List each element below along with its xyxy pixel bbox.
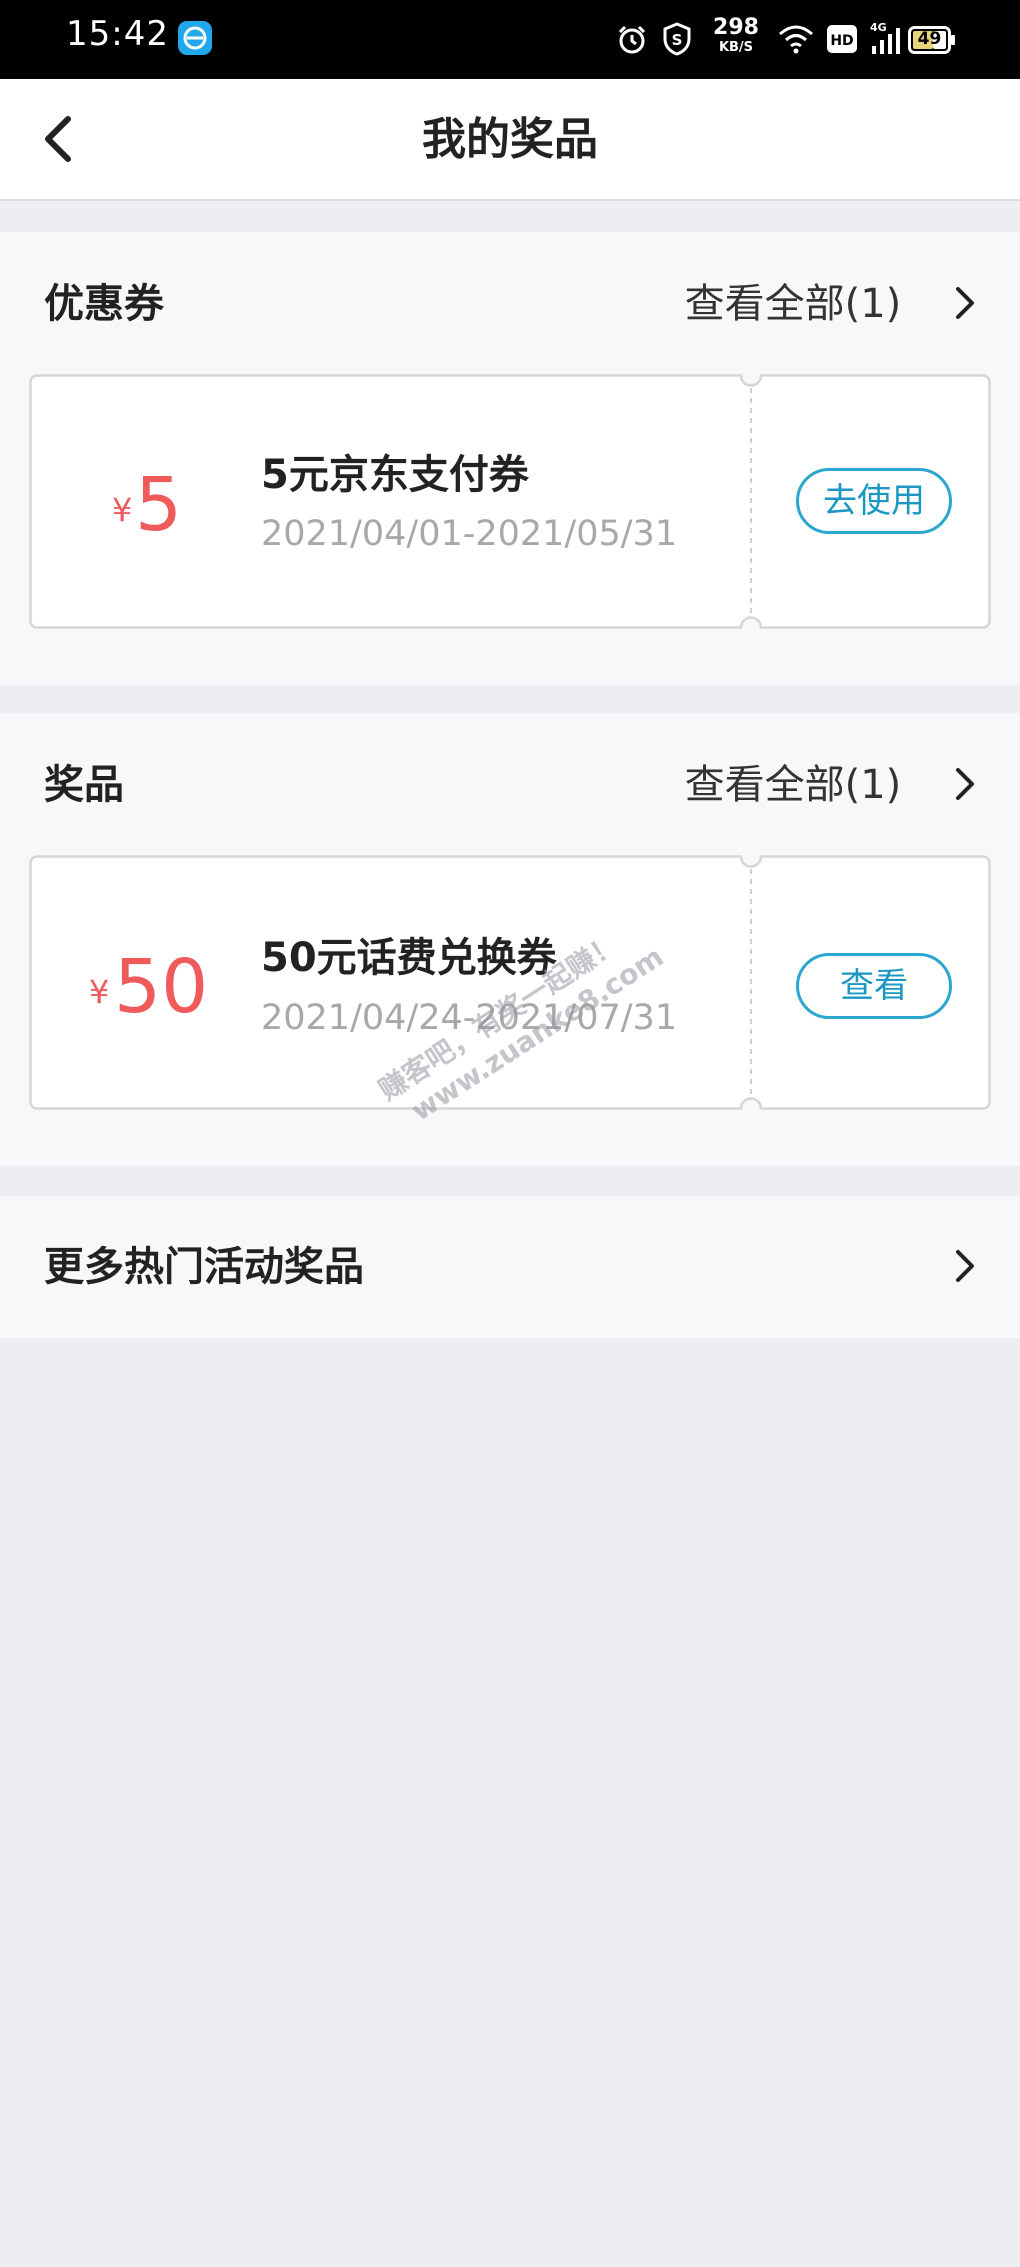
prize-name: 50元话费兑换券 bbox=[261, 935, 557, 981]
chevron-right-icon bbox=[956, 287, 974, 319]
coupons-section-title: 优惠券 bbox=[44, 281, 164, 327]
view-prize-button[interactable]: 查看 bbox=[796, 953, 952, 1019]
svg-text:S: S bbox=[672, 31, 683, 49]
status-bar: 15:42 S 298 KB/S HD 4G 49 bbox=[0, 0, 1020, 79]
more-activity-prizes-row[interactable]: 更多热门活动奖品 bbox=[0, 1196, 1020, 1338]
network-speed-unit: KB/S bbox=[718, 40, 754, 55]
cellular-4g-icon: 4G bbox=[870, 21, 900, 54]
more-activity-prizes-label: 更多热门活动奖品 bbox=[44, 1244, 364, 1290]
coupons-view-all-link[interactable]: 查看全部(1) bbox=[685, 232, 980, 376]
use-coupon-button[interactable]: 去使用 bbox=[796, 468, 952, 534]
coupon-validity: 2021/04/01-2021/05/31 bbox=[261, 514, 678, 554]
network-speed-value: 298 bbox=[713, 15, 759, 40]
svg-text:4G: 4G bbox=[870, 21, 887, 34]
battery-icon: 49 bbox=[908, 26, 956, 54]
shield-s-icon: S bbox=[663, 22, 691, 56]
back-button[interactable] bbox=[30, 109, 90, 169]
prizes-section: 奖品 查看全部(1) ¥ 50 50元话费兑换券 2021/04/24-2021… bbox=[0, 713, 1020, 1166]
view-all-label: 查看全部(1) bbox=[684, 762, 902, 808]
network-speed: 298 KB/S bbox=[706, 15, 766, 55]
coupon-card[interactable]: ¥ 5 5元京东支付券 2021/04/01-2021/05/31 去使用 bbox=[29, 374, 991, 629]
prizes-view-all-link[interactable]: 查看全部(1) bbox=[685, 713, 980, 857]
wifi-icon bbox=[779, 25, 813, 54]
currency-symbol: ¥ bbox=[112, 491, 133, 529]
coupons-section: 优惠券 查看全部(1) ¥ 5 5元京东支付券 2021/04/01-2021/… bbox=[0, 232, 1020, 685]
chevron-right-icon bbox=[956, 768, 974, 800]
coupon-amount: 5 bbox=[135, 462, 183, 548]
prize-card[interactable]: ¥ 50 50元话费兑换券 2021/04/24-2021/07/31 查看 bbox=[29, 855, 991, 1110]
coupons-section-header: 优惠券 查看全部(1) bbox=[0, 232, 1020, 376]
svg-text:HD: HD bbox=[830, 33, 853, 49]
alarm-icon bbox=[618, 25, 646, 54]
prize-amount: 50 bbox=[114, 944, 209, 1030]
currency-symbol: ¥ bbox=[89, 973, 110, 1011]
prizes-section-header: 奖品 查看全部(1) bbox=[0, 713, 1020, 857]
nav-bar: 我的奖品 bbox=[0, 79, 1020, 201]
hd-icon: HD bbox=[827, 25, 857, 53]
coupon-name: 5元京东支付券 bbox=[261, 452, 529, 498]
view-all-label: 查看全部(1) bbox=[684, 281, 902, 327]
status-icons: S 298 KB/S HD 4G 49 bbox=[616, 0, 956, 79]
prize-validity: 2021/04/24-2021/07/31 bbox=[261, 998, 678, 1038]
battery-level: 49 bbox=[917, 29, 942, 49]
page-title: 我的奖品 bbox=[422, 114, 598, 165]
prizes-section-title: 奖品 bbox=[44, 762, 124, 808]
chevron-right-icon bbox=[956, 1250, 974, 1282]
status-time: 15:42 bbox=[66, 14, 169, 54]
app-icon bbox=[178, 21, 212, 55]
chevron-left-icon bbox=[45, 116, 71, 162]
